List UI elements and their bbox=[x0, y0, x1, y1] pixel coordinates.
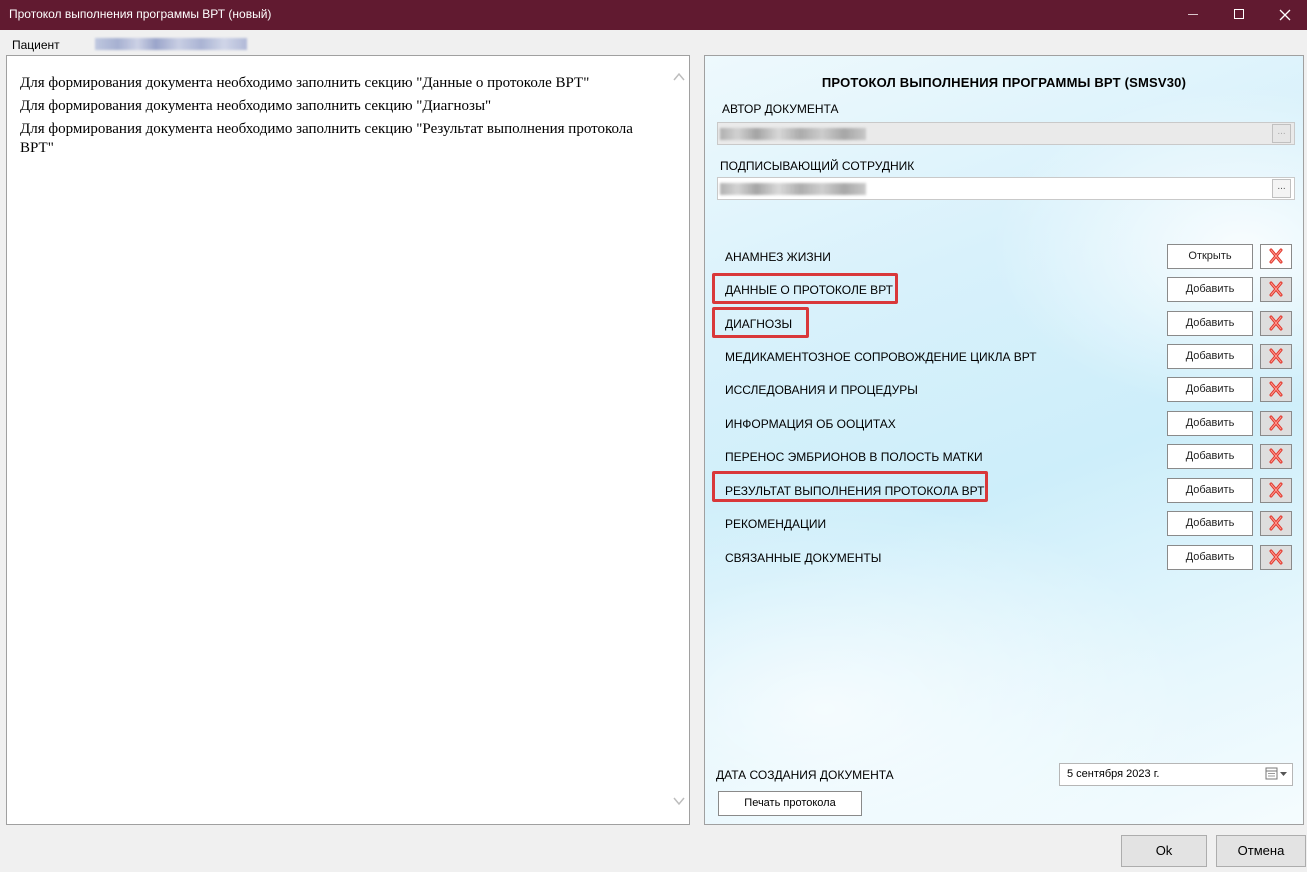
message-list: Для формирования документа необходимо за… bbox=[20, 74, 640, 162]
date-label: ДАТА СОЗДАНИЯ ДОКУМЕНТА bbox=[716, 768, 894, 782]
close-icon bbox=[1279, 9, 1291, 21]
section-label: РЕКОМЕНДАЦИИ bbox=[725, 517, 827, 531]
delete-icon bbox=[1269, 348, 1283, 364]
protocol-form-panel: ПРОТОКОЛ ВЫПОЛНЕНИЯ ПРОГРАММЫ ВРТ (SMSV3… bbox=[704, 55, 1304, 825]
signer-field[interactable]: ... bbox=[717, 177, 1295, 200]
author-value-redacted bbox=[720, 128, 866, 140]
section-action-button[interactable]: Добавить bbox=[1167, 411, 1253, 436]
maximize-button[interactable] bbox=[1216, 0, 1262, 30]
section-delete-button bbox=[1260, 478, 1292, 503]
section-action-button[interactable]: Добавить bbox=[1167, 377, 1253, 402]
section-label: ДИАГНОЗЫ bbox=[725, 317, 793, 331]
delete-icon bbox=[1269, 315, 1283, 331]
section-action-button[interactable]: Добавить bbox=[1167, 444, 1253, 469]
section-delete-button bbox=[1260, 511, 1292, 536]
delete-icon bbox=[1269, 415, 1283, 431]
delete-icon bbox=[1269, 549, 1283, 565]
section-label: РЕЗУЛЬТАТ ВЫПОЛНЕНИЯ ПРОТОКОЛА ВРТ bbox=[725, 484, 985, 498]
section-delete-button bbox=[1260, 444, 1292, 469]
signer-select-button[interactable]: ... bbox=[1272, 179, 1291, 198]
section-action-button[interactable]: Добавить bbox=[1167, 344, 1253, 369]
section-label: АНАМНЕЗ ЖИЗНИ bbox=[725, 250, 831, 264]
messages-panel: Для формирования документа необходимо за… bbox=[6, 55, 690, 825]
author-label: АВТОР ДОКУМЕНТА bbox=[722, 102, 839, 116]
message-item: Для формирования документа необходимо за… bbox=[20, 75, 590, 91]
message-item: Для формирования документа необходимо за… bbox=[20, 98, 492, 114]
close-button[interactable] bbox=[1262, 0, 1307, 30]
signer-value-redacted bbox=[720, 183, 866, 195]
dialog-button-bar: Ok Отмена bbox=[0, 832, 1307, 872]
section-action-button[interactable]: Добавить bbox=[1167, 545, 1253, 570]
title-bar: Протокол выполнения программы ВРТ (новый… bbox=[0, 0, 1307, 30]
section-action-button[interactable]: Добавить bbox=[1167, 311, 1253, 336]
message-item: Для формирования документа необходимо за… bbox=[20, 121, 633, 156]
section-label: СВЯЗАННЫЕ ДОКУМЕНТЫ bbox=[725, 551, 882, 565]
minimize-button[interactable] bbox=[1170, 0, 1216, 30]
patient-label: Пациент bbox=[12, 38, 60, 52]
section-delete-button bbox=[1260, 277, 1292, 302]
delete-icon bbox=[1269, 281, 1283, 297]
calendar-dropdown-icon[interactable] bbox=[1265, 767, 1289, 781]
section-delete-button[interactable] bbox=[1260, 244, 1292, 269]
section-action-button[interactable]: Добавить bbox=[1167, 511, 1253, 536]
section-label: ПЕРЕНОС ЭМБРИОНОВ В ПОЛОСТЬ МАТКИ bbox=[725, 450, 983, 464]
section-delete-button bbox=[1260, 377, 1292, 402]
section-delete-button bbox=[1260, 311, 1292, 336]
section-action-button[interactable]: Открыть bbox=[1167, 244, 1253, 269]
date-picker[interactable]: 5 сентября 2023 г. bbox=[1059, 763, 1293, 786]
delete-icon bbox=[1269, 448, 1283, 464]
delete-icon bbox=[1269, 482, 1283, 498]
scroll-down-arrow-icon[interactable] bbox=[673, 796, 685, 806]
form-heading: ПРОТОКОЛ ВЫПОЛНЕНИЯ ПРОГРАММЫ ВРТ (SMSV3… bbox=[821, 75, 1187, 90]
print-protocol-button[interactable]: Печать протокола bbox=[718, 791, 862, 816]
section-delete-button bbox=[1260, 411, 1292, 436]
delete-icon bbox=[1269, 248, 1283, 264]
delete-icon bbox=[1269, 515, 1283, 531]
cancel-button[interactable]: Отмена bbox=[1216, 835, 1306, 867]
patient-name-redacted bbox=[95, 36, 251, 50]
author-field: ... bbox=[717, 122, 1295, 145]
delete-icon bbox=[1269, 381, 1283, 397]
section-label: ИНФОРМАЦИЯ ОБ ООЦИТАХ bbox=[725, 417, 896, 431]
section-delete-button bbox=[1260, 545, 1292, 570]
section-action-button[interactable]: Добавить bbox=[1167, 478, 1253, 503]
scroll-up-arrow-icon[interactable] bbox=[673, 72, 685, 82]
window-title: Протокол выполнения программы ВРТ (новый… bbox=[9, 7, 272, 21]
author-select-button: ... bbox=[1272, 124, 1291, 143]
section-label: ДАННЫЕ О ПРОТОКОЛЕ ВРТ bbox=[725, 283, 893, 297]
date-value: 5 сентября 2023 г. bbox=[1067, 768, 1160, 780]
ok-button[interactable]: Ok bbox=[1121, 835, 1207, 867]
section-label: МЕДИКАМЕНТОЗНОЕ СОПРОВОЖДЕНИЕ ЦИКЛА ВРТ bbox=[725, 350, 1037, 364]
section-delete-button bbox=[1260, 344, 1292, 369]
section-label: ИССЛЕДОВАНИЯ И ПРОЦЕДУРЫ bbox=[725, 383, 918, 397]
section-action-button[interactable]: Добавить bbox=[1167, 277, 1253, 302]
signer-label: ПОДПИСЫВАЮЩИЙ СОТРУДНИК bbox=[720, 159, 915, 173]
